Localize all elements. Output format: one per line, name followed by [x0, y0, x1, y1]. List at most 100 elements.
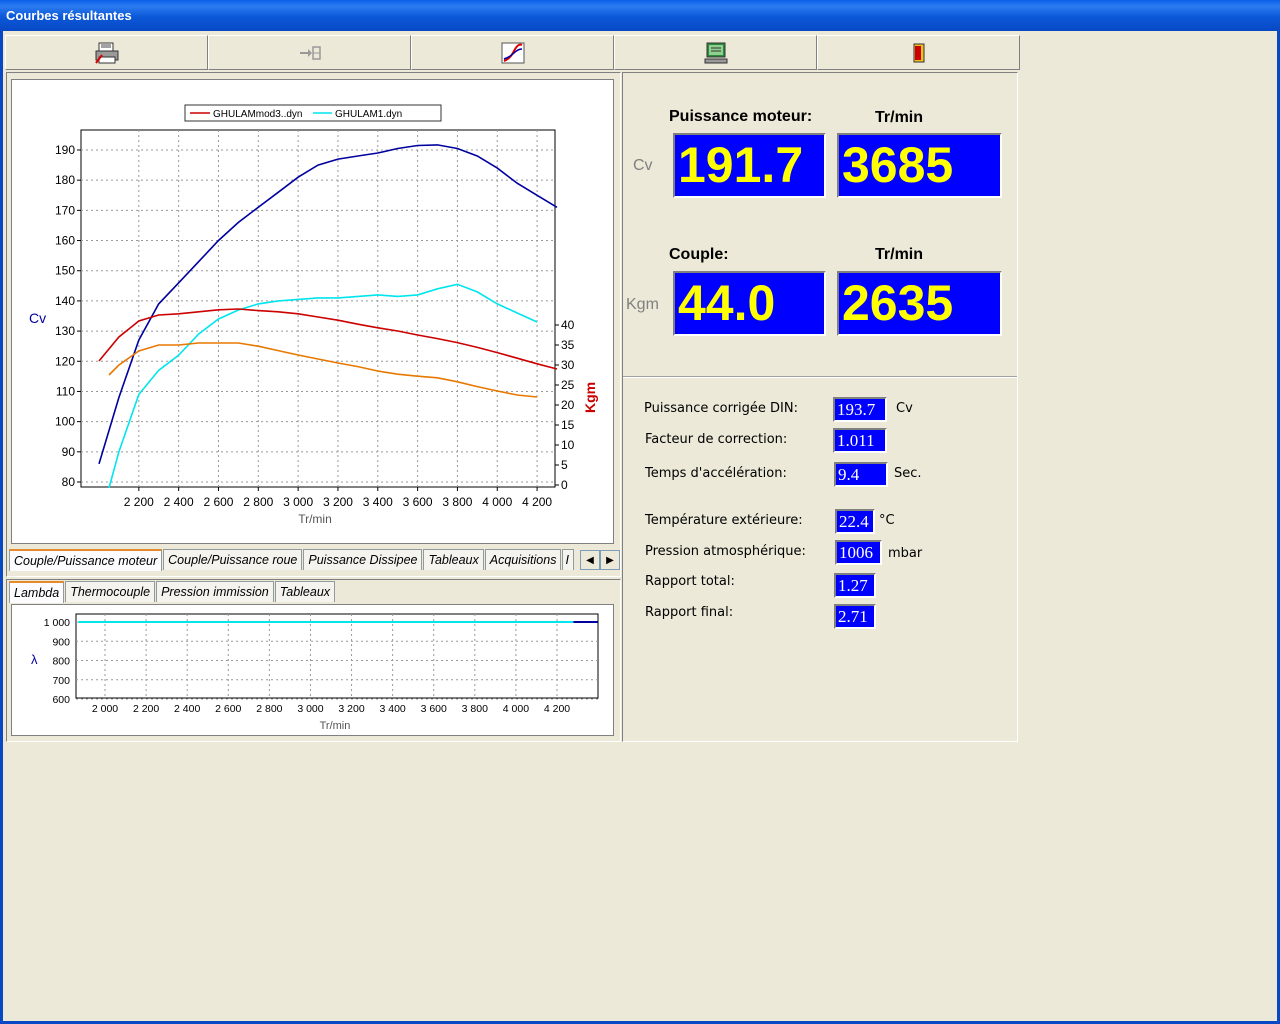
x-axis: 2 200 2 400 2 600 2 800 3 000 3 200 3 400 3 600…	[124, 487, 552, 509]
power-value-display: 191.7	[673, 133, 826, 198]
y-tick-label: 150	[55, 264, 75, 278]
y2-tick-label: 10	[561, 438, 575, 452]
print-icon	[94, 42, 118, 64]
lambda-x-tick-label: 3 200	[338, 703, 364, 715]
tab-thermocouple[interactable]: Thermocouple	[65, 581, 156, 602]
lambda-tabs: Lambda Thermocouple Pression immission T…	[9, 581, 336, 603]
tab-scroll-right-button[interactable]: ▶	[600, 550, 620, 570]
torque-rpm-header: Tr/min	[875, 246, 924, 263]
ratio-final-label: Rapport final:	[645, 605, 734, 620]
temp-value: 22.4	[835, 509, 875, 534]
y2-tick-label: 35	[561, 338, 575, 352]
ratio-total-label: Rapport total:	[645, 574, 735, 589]
x-tick-label: 2 600	[203, 495, 233, 509]
factor-value: 1.011	[833, 428, 887, 453]
lambda-x-tick-label: 3 800	[462, 703, 488, 715]
lambda-y-tick-label: 800	[52, 656, 70, 668]
monitor-icon	[704, 42, 727, 63]
lambda-x-tick-label: 2 000	[92, 703, 118, 715]
main-tabs: Couple/Puissance moteur Couple/Puissance…	[9, 549, 575, 571]
torque-unit: Kgm	[626, 296, 659, 313]
lambda-x-tick-label: 4 000	[503, 703, 529, 715]
pressure-label: Pression atmosphérique:	[645, 544, 806, 559]
lambda-y-tick-label: 700	[52, 675, 70, 687]
pressure-unit: mbar	[888, 546, 923, 561]
lambda-x-tick-label: 3 400	[379, 703, 405, 715]
tab-couple-puissance-roue[interactable]: Couple/Puissance roue	[163, 549, 303, 570]
din-value: 193.7	[833, 397, 887, 422]
y-tick-label: 170	[55, 203, 75, 217]
ratio-final-value: 2.71	[834, 604, 876, 629]
y2-tick-label: 20	[561, 398, 575, 412]
curve-icon	[501, 42, 524, 63]
y2-tick-label: 25	[561, 378, 575, 392]
lambda-chart: 2 000 2 200 2 400 2 600 2 800 3 000 3 200 3 400…	[11, 604, 614, 736]
curve-button[interactable]	[411, 35, 614, 70]
tab-lambda[interactable]: Lambda	[9, 581, 65, 603]
y2-tick-label: 40	[561, 318, 575, 332]
torque-rpm-display: 2635	[837, 271, 1002, 336]
y-tick-label: 130	[55, 324, 75, 338]
lambda-x-tick-label: 2 600	[215, 703, 241, 715]
y-tick-label: 100	[55, 415, 75, 429]
lambda-x-tick-label: 2 800	[256, 703, 282, 715]
readout-separator	[623, 376, 1017, 378]
temp-label: Température extérieure:	[645, 513, 803, 528]
tab-pression-immission[interactable]: Pression immission	[156, 581, 274, 602]
main-chart-svg: GHULAMmod3..dyn GHULAM1.dyn 2 200 2 400 2 …	[29, 104, 598, 526]
y-axis-left: 190 180 170 160 150 140 130 120 110 100 90 80	[55, 143, 81, 489]
power-header: Puissance moteur:	[669, 108, 813, 125]
din-unit: Cv	[896, 401, 913, 416]
y-tick-label: 190	[55, 143, 75, 157]
tab-scroll-left-button[interactable]: ◀	[580, 550, 600, 570]
window-frame-left	[0, 31, 3, 1024]
x-tick-label: 3 000	[283, 495, 313, 509]
x-tick-label: 3 400	[363, 495, 393, 509]
lambda-x-axis-label: Tr/min	[320, 720, 351, 732]
x-tick-label: 2 200	[124, 495, 154, 509]
exit-button[interactable]	[817, 35, 1020, 70]
tab-tableaux[interactable]: Tableaux	[423, 549, 484, 570]
exit-icon	[913, 43, 924, 62]
lambda-x-tick-label: 2 200	[133, 703, 159, 715]
lambda-x-tick-label: 2 400	[174, 703, 200, 715]
x-axis-label: Tr/min	[298, 512, 332, 526]
torque-header: Couple:	[669, 246, 729, 263]
tab-puissance-dissipee[interactable]: Puissance Dissipee	[303, 549, 423, 570]
y2-tick-label: 0	[561, 478, 568, 492]
tab-acquisitions[interactable]: Acquisitions	[484, 549, 562, 570]
x-tick-label: 4 200	[522, 495, 552, 509]
pressure-value: 1006	[835, 540, 882, 565]
accel-value: 9.4	[834, 462, 888, 487]
tab-tableaux-bottom[interactable]: Tableaux	[274, 581, 336, 602]
lambda-y-tick-label: 1 000	[44, 617, 70, 629]
accel-unit: Sec.	[894, 466, 922, 481]
tab-couple-puissance-moteur[interactable]: Couple/Puissance moteur	[9, 549, 163, 571]
y-tick-label: 80	[62, 475, 76, 489]
y-axis-right-label: Kgm	[582, 382, 598, 413]
y2-tick-label: 5	[561, 458, 568, 472]
y-tick-label: 160	[55, 234, 75, 248]
lambda-x-tick-label: 3 600	[421, 703, 447, 715]
lambda-y-tick-label: 900	[52, 636, 70, 648]
print-button[interactable]	[5, 35, 208, 70]
main-chart: GHULAMmod3..dyn GHULAM1.dyn 2 200 2 400 2 …	[11, 79, 614, 544]
lambda-chart-svg: 2 000 2 200 2 400 2 600 2 800 3 000 3 200 3 400…	[31, 613, 599, 732]
lambda-x-axis: 2 000 2 200 2 400 2 600 2 800 3 000 3 200 3 400…	[92, 703, 570, 715]
y2-tick-label: 15	[561, 418, 575, 432]
window-title: Courbes résultantes	[0, 0, 1280, 31]
legend-item-1: GHULAMmod3..dyn	[213, 109, 302, 120]
transfer-button[interactable]	[208, 35, 411, 70]
y-tick-label: 120	[55, 354, 75, 368]
tab-truncated[interactable]: I	[562, 549, 575, 570]
y-tick-label: 90	[62, 445, 76, 459]
x-tick-label: 3 800	[442, 495, 472, 509]
lambda-y-axis-label: λ	[31, 652, 38, 667]
monitor-button[interactable]	[614, 35, 817, 70]
plot-area	[80, 129, 556, 488]
y-tick-label: 180	[55, 173, 75, 187]
power-rpm-header: Tr/min	[875, 109, 924, 126]
x-tick-label: 4 000	[482, 495, 512, 509]
y-axis-left-label: Cv	[29, 310, 46, 326]
y-axis-right: 40 35 30 25 20 15 10 5 0	[555, 318, 575, 492]
